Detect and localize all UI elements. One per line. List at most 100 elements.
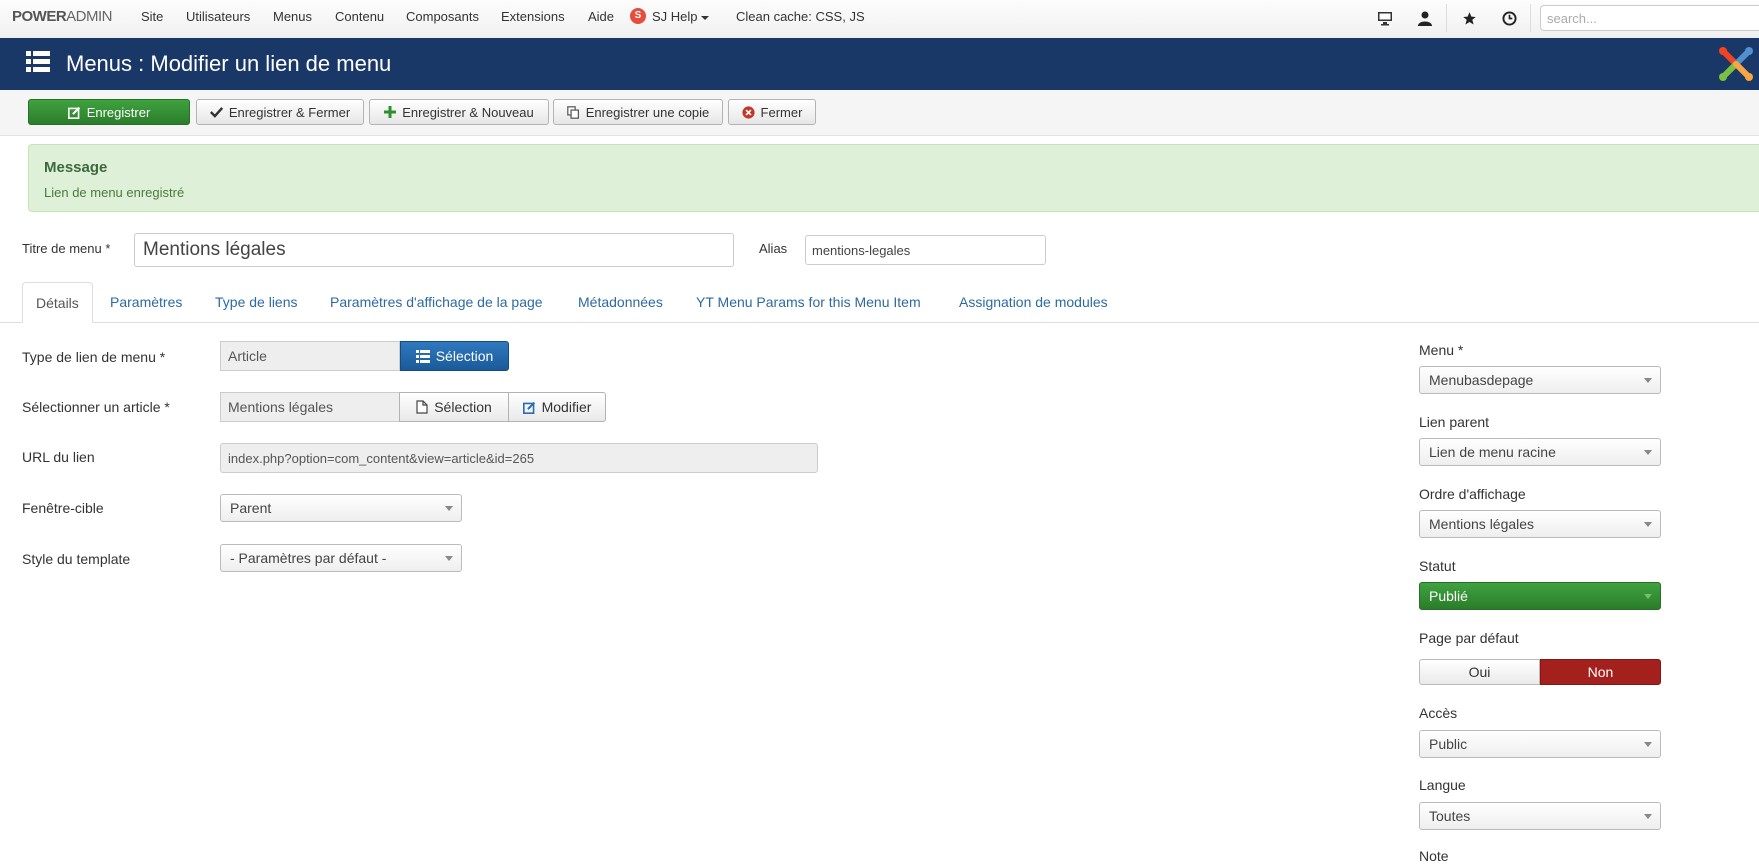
target-select[interactable]: Parent: [220, 494, 462, 522]
sj-badge-icon: S: [630, 8, 646, 24]
tab-details[interactable]: Détails: [22, 282, 93, 323]
save-new-button[interactable]: Enregistrer & Nouveau: [369, 99, 549, 125]
article-label: Sélectionner un article *: [22, 399, 170, 415]
nav-item-extensions[interactable]: Extensions: [501, 9, 565, 24]
article-select-button[interactable]: Sélection: [399, 392, 509, 422]
edit-icon: [522, 401, 535, 414]
order-label: Ordre d'affichage: [1419, 486, 1526, 502]
article-field: Mentions légales: [220, 392, 400, 422]
access-select[interactable]: Public: [1419, 730, 1661, 758]
copy-icon: [566, 105, 579, 119]
dropdown-arrow-icon: [1644, 742, 1652, 747]
alert-text: Lien de menu enregistré: [44, 185, 185, 200]
url-field: index.php?option=com_content&view=articl…: [220, 443, 818, 473]
tab-type-de-liens[interactable]: Type de liens: [215, 282, 298, 322]
nav-item-sj-help[interactable]: SJ Help: [652, 9, 709, 24]
top-navbar: POWERADMIN Site Utilisateurs Menus Conte…: [0, 0, 1759, 39]
default-page-yes-toggle[interactable]: Oui: [1419, 659, 1540, 685]
parent-label: Lien parent: [1419, 414, 1490, 430]
nav-item-menus[interactable]: Menus: [273, 9, 312, 24]
nav-item-aide[interactable]: Aide: [588, 9, 614, 24]
article-edit-button[interactable]: Modifier: [508, 392, 606, 422]
dropdown-arrow-icon: [445, 506, 453, 511]
save-copy-button[interactable]: Enregistrer une copie: [553, 99, 723, 125]
status-select[interactable]: Publié: [1419, 582, 1661, 610]
monitor-icon[interactable]: [1374, 7, 1396, 29]
template-style-value: - Paramètres par défaut -: [230, 550, 387, 566]
url-label: URL du lien: [22, 449, 95, 465]
save-close-button[interactable]: Enregistrer & Fermer: [196, 99, 364, 125]
edit-icon: [67, 106, 80, 119]
page-title: Menus : Modifier un lien de menu: [66, 51, 392, 76]
dropdown-arrow-icon: [445, 556, 453, 561]
nav-item-contenu[interactable]: Contenu: [335, 9, 384, 24]
alias-input[interactable]: [805, 235, 1046, 265]
save-close-button-label: Enregistrer & Fermer: [228, 104, 351, 120]
language-label: Langue: [1419, 777, 1466, 793]
dropdown-arrow-icon: [1644, 522, 1652, 527]
menu-type-field: Article: [220, 341, 400, 371]
search-input[interactable]: [1540, 5, 1759, 31]
target-label: Fenêtre-cible: [22, 500, 104, 516]
save-new-button-label: Enregistrer & Nouveau: [402, 104, 534, 120]
navbar-divider: [1530, 4, 1531, 32]
list-icon: [415, 349, 430, 363]
nav-item-composants[interactable]: Composants: [406, 9, 479, 24]
dropdown-arrow-icon: [1644, 594, 1652, 599]
brand-logo[interactable]: POWERADMIN: [12, 8, 113, 25]
order-select[interactable]: Mentions légales: [1419, 510, 1661, 538]
action-toolbar: Enregistrer Enregistrer & Fermer Enregis…: [0, 90, 1759, 136]
close-button[interactable]: Fermer: [728, 99, 816, 125]
tab-assignation-modules[interactable]: Assignation de modules: [959, 282, 1108, 322]
save-button-label: Enregistrer: [86, 104, 151, 120]
page-header: Menus : Modifier un lien de menu: [0, 38, 1759, 90]
menu-select[interactable]: Menubasdepage: [1419, 366, 1661, 394]
language-select[interactable]: Toutes: [1419, 802, 1661, 830]
navbar-divider: [1446, 4, 1447, 32]
tab-yt-menu-params[interactable]: YT Menu Params for this Menu Item: [696, 282, 921, 322]
nav-item-site[interactable]: Site: [141, 9, 163, 24]
parent-select[interactable]: Lien de menu racine: [1419, 438, 1661, 466]
default-page-label: Page par défaut: [1419, 630, 1519, 646]
menu-type-select-label: Sélection: [435, 348, 494, 364]
dropdown-arrow-icon: [1644, 814, 1652, 819]
plus-icon: [384, 106, 397, 118]
menu-type-select-button[interactable]: Sélection: [400, 341, 509, 371]
access-select-value: Public: [1429, 736, 1468, 752]
star-icon[interactable]: [1458, 7, 1480, 29]
template-style-label: Style du template: [22, 551, 131, 567]
note-label: Note: [1419, 848, 1449, 864]
article-edit-label: Modifier: [541, 399, 592, 415]
save-button[interactable]: Enregistrer: [28, 99, 190, 125]
caret-down-icon: [700, 15, 709, 20]
clean-cache-link[interactable]: Clean cache: CSS, JS: [736, 9, 865, 24]
nav-item-utilisateurs[interactable]: Utilisateurs: [186, 9, 250, 24]
dropdown-arrow-icon: [1644, 450, 1652, 455]
alias-label: Alias: [759, 241, 788, 256]
tab-parametres-affichage[interactable]: Paramètres d'affichage de la page: [330, 282, 543, 322]
menu-select-value: Menubasdepage: [1429, 372, 1534, 388]
language-select-value: Toutes: [1429, 808, 1471, 824]
title-label: Titre de menu *: [22, 241, 111, 256]
save-copy-button-label: Enregistrer une copie: [585, 104, 710, 120]
close-button-label: Fermer: [760, 104, 803, 120]
template-style-select[interactable]: - Paramètres par défaut -: [220, 544, 462, 572]
tab-bar: Détails Paramètres Type de liens Paramèt…: [0, 282, 1759, 323]
tab-parametres[interactable]: Paramètres: [110, 282, 182, 322]
status-select-value: Publié: [1429, 588, 1468, 604]
file-icon: [416, 400, 428, 414]
check-icon: [209, 107, 223, 118]
menu-label: Menu *: [1419, 342, 1464, 358]
user-icon[interactable]: [1414, 7, 1436, 29]
tab-metadonnees[interactable]: Métadonnées: [578, 282, 663, 322]
target-select-value: Parent: [230, 500, 272, 516]
order-select-value: Mentions légales: [1429, 516, 1535, 532]
article-select-label: Sélection: [434, 399, 492, 415]
title-input[interactable]: [134, 233, 734, 267]
alert-heading: Message: [44, 159, 108, 176]
default-page-no-toggle[interactable]: Non: [1540, 659, 1661, 685]
menu-grid-icon: [26, 50, 50, 77]
dropdown-arrow-icon: [1644, 378, 1652, 383]
clock-icon[interactable]: [1498, 7, 1520, 29]
close-circle-icon: [741, 105, 755, 119]
